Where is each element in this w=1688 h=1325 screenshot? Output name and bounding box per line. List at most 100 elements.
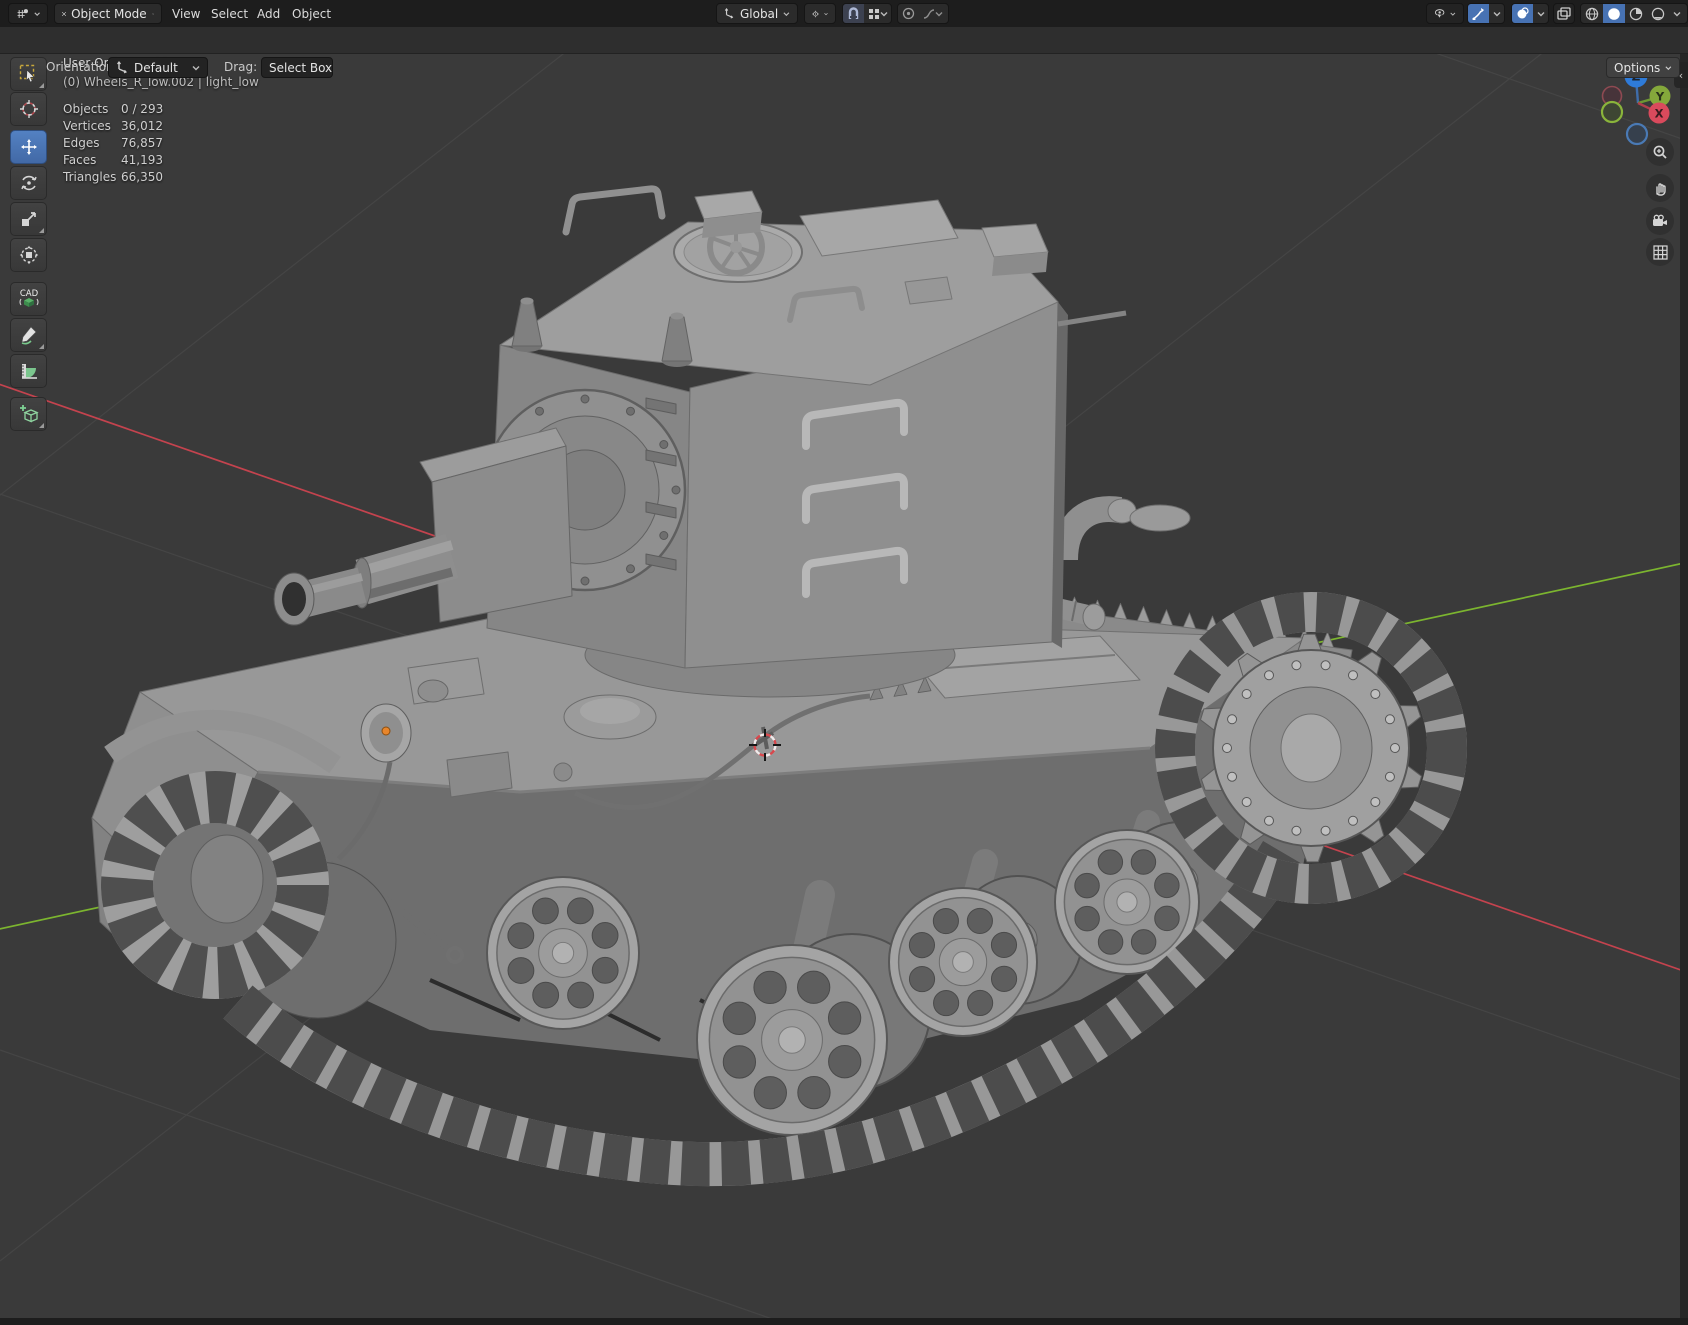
toggle-ortho-grid-icon: [1652, 244, 1668, 260]
object-types-visibility-dropdown[interactable]: [1426, 3, 1464, 24]
overlays-group: [1511, 3, 1549, 24]
tool-add-cube[interactable]: [10, 397, 47, 431]
falloff-curve-icon: [923, 8, 935, 19]
pivot-point-icon: [812, 10, 819, 17]
chevron-down-icon: [1493, 11, 1501, 16]
object-mode-icon: [62, 11, 67, 16]
pan-button[interactable]: [1646, 174, 1674, 202]
orientation-axes-icon: [117, 61, 127, 74]
shading-solid[interactable]: [1603, 4, 1625, 23]
transform-orientation-dropdown[interactable]: Global: [716, 3, 798, 24]
pivot-point-dropdown[interactable]: [804, 3, 836, 24]
falloff-dropdown[interactable]: [919, 4, 947, 23]
tool-annotate[interactable]: [10, 318, 47, 352]
menu-select[interactable]: Select: [205, 0, 254, 27]
menu-object[interactable]: Object: [286, 0, 337, 27]
overlays-toggle[interactable]: [1512, 4, 1533, 23]
tool-cursor[interactable]: [10, 92, 47, 126]
camera-view-button[interactable]: [1646, 207, 1674, 235]
tool-settings-bar: Orientation: Default Drag: Select Box Op…: [0, 27, 1688, 78]
snap-target-icon: [869, 8, 879, 19]
viewport-editor-icon: [17, 8, 28, 18]
orientation-dropdown[interactable]: Default: [108, 57, 208, 78]
material-shading-icon: [1629, 7, 1643, 20]
blender-window: Object Mode View Select Add Object Globa…: [0, 0, 1688, 1325]
3d-viewport[interactable]: [0, 0, 1688, 1325]
transform-tool-icon: [19, 245, 38, 265]
snap-target-dropdown[interactable]: [864, 4, 892, 23]
shading-dropdown[interactable]: [1669, 4, 1685, 23]
options-label: Options: [1614, 60, 1661, 75]
proportional-editing-group: [897, 3, 949, 24]
overlays-dropdown[interactable]: [1533, 4, 1549, 23]
chevron-down-icon: [1665, 65, 1672, 70]
zoom-button[interactable]: [1646, 138, 1674, 166]
chevron-down-icon: [1450, 12, 1456, 16]
orientation-axes-icon: [724, 8, 734, 19]
tool-select-box[interactable]: [10, 57, 47, 91]
tool-measure[interactable]: [10, 354, 47, 388]
rendered-shading-icon: [1651, 7, 1665, 20]
camera-view-icon: [1652, 214, 1667, 226]
chevron-down-icon: [1673, 11, 1681, 16]
cursor-tool-icon: [19, 100, 38, 118]
chevron-down-icon: [935, 11, 943, 16]
menu-view[interactable]: View: [166, 0, 206, 27]
object-types-visibility-icon: [1434, 9, 1445, 19]
menu-add[interactable]: Add: [251, 0, 286, 27]
statistics-overlay: Objects 0 / 293 Vertices 36,012 Edges 76,85…: [63, 102, 164, 184]
snapping-group: [842, 3, 892, 24]
proportional-editing-icon: [902, 7, 915, 20]
rotate-tool-icon: [20, 175, 37, 191]
gizmos-dropdown[interactable]: [1489, 4, 1505, 23]
proportional-editing-toggle[interactable]: [898, 4, 919, 23]
chevron-down-icon: [151, 12, 154, 15]
header-bar: Object Mode View Select Add Object Globa…: [0, 0, 1688, 27]
measure-tool-icon: [21, 364, 37, 379]
tool-move[interactable]: [10, 130, 47, 164]
shading-modes: [1580, 3, 1688, 24]
drag-dropdown[interactable]: Select Box: [261, 57, 333, 78]
gizmo-axis-negz[interactable]: [1625, 122, 1649, 146]
ortho-grid-button[interactable]: [1646, 238, 1674, 266]
annotate-tool-icon: [21, 326, 36, 345]
chevron-down-icon: [192, 65, 200, 70]
object-origin-dot: [381, 726, 391, 736]
solid-shading-icon: [1608, 7, 1620, 20]
gizmo-axis-negy[interactable]: [1600, 100, 1624, 124]
tool-scale[interactable]: [10, 202, 47, 236]
xray-toggle-icon: [1557, 7, 1571, 20]
chevron-down-icon: [824, 12, 828, 15]
drag-label: Drag:: [224, 60, 258, 74]
editor-type-selector[interactable]: [8, 3, 48, 24]
cad-sketcher-icon: CAD: [18, 289, 38, 307]
tool-transform[interactable]: [10, 238, 47, 272]
scale-tool-icon: [21, 212, 36, 226]
svg-text:X: X: [1655, 107, 1664, 121]
shading-material[interactable]: [1625, 4, 1647, 23]
orientation-value: Global: [739, 6, 779, 21]
gizmos-toggle[interactable]: [1468, 4, 1489, 23]
tool-cad-sketcher[interactable]: CAD: [10, 282, 47, 316]
drag-value: Select Box: [269, 60, 333, 75]
orientation-value: Default: [134, 60, 178, 75]
snap-magnet-icon: [848, 7, 859, 19]
xray-toggle[interactable]: [1553, 3, 1575, 24]
shading-wireframe[interactable]: [1581, 4, 1603, 23]
svg-text:Y: Y: [1655, 90, 1665, 104]
select-box-icon: [19, 64, 35, 83]
add-cube-tool-icon: [19, 405, 39, 423]
pan-hand-icon: [1656, 183, 1666, 196]
zoom-icon: [1653, 145, 1667, 159]
snap-toggle[interactable]: [843, 4, 864, 23]
mode-selector[interactable]: Object Mode: [54, 3, 162, 24]
mode-label: Object Mode: [71, 6, 147, 21]
tank-model[interactable]: [91, 185, 1467, 1187]
viewport-right-edge: [1680, 53, 1688, 1325]
options-button[interactable]: Options: [1606, 57, 1680, 78]
viewport-bottom-edge: [0, 1318, 1688, 1325]
chevron-down-icon: [34, 11, 40, 16]
chevron-down-icon: [880, 11, 888, 16]
tool-rotate[interactable]: [10, 166, 47, 200]
shading-rendered[interactable]: [1647, 4, 1669, 23]
